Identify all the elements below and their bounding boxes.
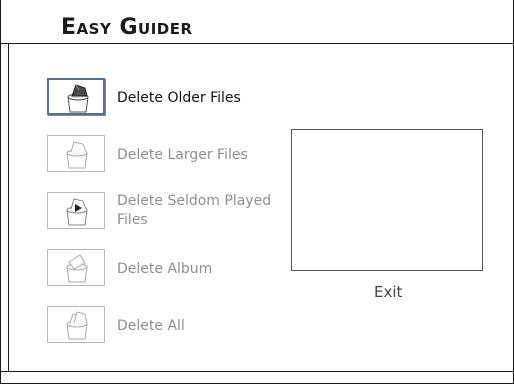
menu-item-label: Delete Seldom Played Files (117, 193, 272, 228)
exit-button[interactable]: Exit (374, 282, 402, 302)
left-divider (8, 44, 9, 371)
app-title: Easy Guider (61, 15, 193, 40)
menu-item-label: Delete Larger Files (117, 147, 248, 163)
trash-bin-icon (47, 135, 105, 172)
menu-item-label: Delete Album (117, 261, 213, 277)
trash-bin-stack-icon (47, 306, 105, 343)
menu-item-label: Delete Older Files (117, 90, 241, 106)
trash-bin-icon (47, 78, 105, 115)
trash-bin-album-icon (47, 249, 105, 286)
menu-item-delete-seldom-played-files[interactable]: Delete Seldom Played Files (47, 192, 287, 232)
menu-item-delete-larger-files[interactable]: Delete Larger Files (47, 135, 287, 175)
header: Easy Guider (0, 0, 514, 44)
trash-bin-play-icon (47, 192, 105, 229)
bottom-divider (0, 371, 514, 372)
menu-item-delete-album[interactable]: Delete Album (47, 249, 287, 289)
preview-panel (291, 129, 483, 271)
menu-item-label: Delete All (117, 318, 185, 334)
menu-item-delete-all[interactable]: Delete All (47, 306, 287, 346)
menu-item-delete-older-files[interactable]: Delete Older Files (47, 78, 287, 118)
